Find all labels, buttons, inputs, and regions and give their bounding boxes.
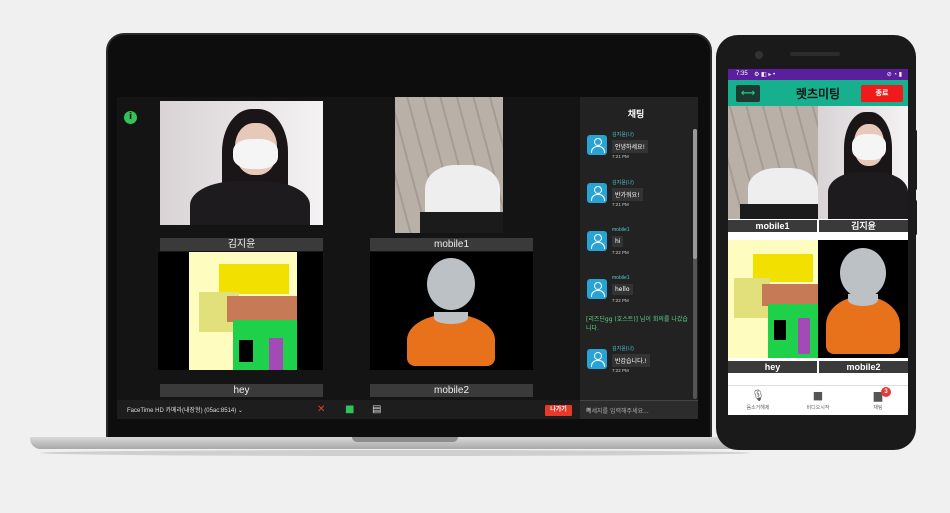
participant-name-label: 김지윤	[819, 220, 908, 232]
nav-unmute[interactable]: 🎙 음소거해제	[728, 389, 788, 411]
status-time: 7:35	[736, 71, 748, 77]
chat-panel: 채팅 김지윤(나) 안녕하세요! 7:21 PM 김지윤(나) 반가워요! 7:…	[580, 97, 698, 419]
video-icon[interactable]: ■	[345, 404, 354, 415]
participant-name-label: mobile2	[370, 384, 533, 397]
video-tile-person	[160, 101, 323, 225]
video-tile-floor	[395, 97, 503, 233]
chat-time: 7:22 PM	[612, 298, 629, 303]
laptop-shadow	[40, 450, 750, 456]
chat-sender: 김지윤(나)	[612, 132, 634, 138]
system-message: [리즈딘gg (호스트)] 님이 회의를 나갔습니다.	[586, 316, 688, 332]
participant-name-label: mobile2	[819, 361, 908, 373]
send-icon[interactable]: ➤	[586, 406, 691, 413]
video-tile-floor	[728, 106, 818, 219]
bottom-nav: 🎙 음소거해제 ■ 비디오시작 ▆ 3 채팅	[728, 385, 908, 415]
nav-label: 음소거해제	[746, 405, 770, 411]
chat-time: 7:21 PM	[612, 202, 629, 207]
mobile-meeting-app: 7:35 ⚙ ◧ ▸ • ⊘ ◔ ▮ ⟷ 렛츠미팅 종료 mobile1 김지윤…	[728, 69, 908, 415]
document-icon[interactable]: ▤	[372, 404, 381, 415]
chat-sender: mobile1	[612, 275, 630, 281]
participant-name-label: hey	[728, 361, 817, 373]
user-avatar-icon	[587, 279, 607, 299]
chat-sender: 김지윤(나)	[612, 180, 634, 186]
laptop-notch	[352, 437, 458, 442]
chat-text: hi	[612, 236, 624, 247]
nav-label: 비디오시작	[806, 405, 830, 411]
leave-button[interactable]: 나가기	[545, 405, 572, 416]
end-button[interactable]: 종료	[861, 85, 903, 102]
phone-camera	[755, 51, 763, 59]
chat-text: 안녕하세요!	[612, 140, 649, 153]
desktop-meeting-app: i 김지윤 mobile1 hey mobile2 FaceTime HD 카메…	[117, 97, 698, 419]
nav-label: 채팅	[873, 405, 883, 411]
chat-text: 반가워요!	[612, 188, 643, 201]
chat-icon: ▆	[873, 389, 883, 402]
participant-name-label: mobile1	[370, 238, 533, 251]
info-icon[interactable]: i	[124, 111, 137, 124]
chat-sender: mobile1	[612, 227, 630, 233]
chat-time: 7:21 PM	[612, 154, 629, 159]
phone-power-button	[914, 130, 917, 190]
participant-name-label: mobile1	[728, 220, 817, 232]
phone-volume-button	[914, 200, 917, 235]
meeting-toolbar: FaceTime HD 카메라(내장형) (05ac:8514) ⌄ ✕ ■ ▤…	[117, 400, 580, 419]
mic-off-icon: 🎙	[751, 389, 765, 402]
video-tile-house	[158, 252, 323, 370]
chat-time: 7:22 PM	[612, 250, 629, 255]
status-icons: ⚙ ◧ ▸ •	[754, 72, 776, 78]
chat-input[interactable]: 메세지를 입력해주세요... ➤	[580, 400, 698, 419]
status-bar: 7:35 ⚙ ◧ ▸ • ⊘ ◔ ▮	[728, 69, 908, 80]
phone-speaker	[790, 52, 840, 56]
app-bar: ⟷ 렛츠미팅 종료	[728, 80, 908, 106]
mic-off-icon[interactable]: ✕	[317, 404, 325, 415]
chat-text: 반갑습니다.!	[612, 354, 650, 367]
nav-chat[interactable]: ▆ 3 채팅	[848, 387, 908, 411]
nav-start-video[interactable]: ■ 비디오시작	[788, 389, 848, 411]
chat-title: 채팅	[627, 110, 645, 120]
status-system-icons: ⊘ ◔ ▮	[886, 72, 902, 78]
video-tile-avatar	[370, 252, 533, 370]
camera-select[interactable]: FaceTime HD 카메라(내장형) (05ac:8514) ⌄	[127, 405, 243, 414]
video-tile-avatar	[818, 240, 908, 358]
video-tile-person	[818, 106, 908, 219]
chat-time: 7:22 PM	[612, 368, 629, 373]
user-avatar-icon	[587, 231, 607, 251]
user-avatar-icon	[587, 135, 607, 155]
participant-name-label: hey	[160, 384, 323, 397]
user-avatar-icon	[587, 183, 607, 203]
chat-sender: 김지윤(나)	[612, 346, 634, 352]
chat-scrollbar-thumb[interactable]	[693, 129, 697, 259]
video-icon: ■	[812, 389, 824, 402]
participant-name-label: 김지윤	[160, 238, 323, 251]
user-avatar-icon	[587, 349, 607, 369]
video-tile-house	[728, 240, 818, 358]
chat-text: hello	[612, 284, 633, 295]
chat-badge: 3	[881, 387, 891, 397]
